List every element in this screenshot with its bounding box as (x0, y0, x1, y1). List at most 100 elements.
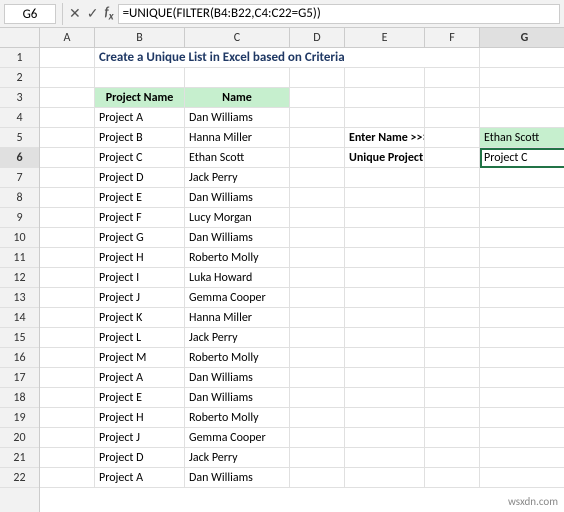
row-num-19[interactable]: 19 (0, 408, 39, 428)
cell-f9[interactable] (425, 208, 480, 228)
cell-a10[interactable] (40, 228, 95, 248)
cell-d18[interactable] (290, 388, 345, 408)
cell-e14[interactable] (345, 308, 425, 328)
cell-d5[interactable] (290, 128, 345, 148)
cell-g22[interactable] (480, 468, 564, 488)
cell-d14[interactable] (290, 308, 345, 328)
cell-f3[interactable] (425, 88, 480, 108)
cancel-icon[interactable]: ✕ (69, 5, 81, 22)
cell-f12[interactable] (425, 268, 480, 288)
confirm-icon[interactable]: ✓ (87, 5, 99, 22)
cell-b20[interactable]: Project J (95, 428, 185, 448)
cell-g4[interactable] (480, 108, 564, 128)
cell-b8[interactable]: Project E (95, 188, 185, 208)
cell-c16[interactable]: Roberto Molly (185, 348, 290, 368)
cell-g13[interactable] (480, 288, 564, 308)
cell-b11[interactable]: Project H (95, 248, 185, 268)
cell-e13[interactable] (345, 288, 425, 308)
row-num-20[interactable]: 20 (0, 428, 39, 448)
cell-a18[interactable] (40, 388, 95, 408)
cell-c8[interactable]: Dan Williams (185, 188, 290, 208)
cell-reference[interactable]: G6 (4, 4, 56, 24)
cell-e7[interactable] (345, 168, 425, 188)
cell-c18[interactable]: Dan Williams (185, 388, 290, 408)
cell-g12[interactable] (480, 268, 564, 288)
cell-f7[interactable] (425, 168, 480, 188)
cell-c14[interactable]: Hanna Miller (185, 308, 290, 328)
cell-b12[interactable]: Project I (95, 268, 185, 288)
cell-f19[interactable] (425, 408, 480, 428)
cell-c7[interactable]: Jack Perry (185, 168, 290, 188)
cell-b22[interactable]: Project A (95, 468, 185, 488)
cell-f21[interactable] (425, 448, 480, 468)
cell-a9[interactable] (40, 208, 95, 228)
cell-a3[interactable] (40, 88, 95, 108)
cell-b18[interactable]: Project E (95, 388, 185, 408)
cell-f4[interactable] (425, 108, 480, 128)
cell-g14[interactable] (480, 308, 564, 328)
cell-g20[interactable] (480, 428, 564, 448)
cell-g19[interactable] (480, 408, 564, 428)
cell-b13[interactable]: Project J (95, 288, 185, 308)
cell-f18[interactable] (425, 388, 480, 408)
cell-c15[interactable]: Jack Perry (185, 328, 290, 348)
cell-e22[interactable] (345, 468, 425, 488)
cell-b14[interactable]: Project K (95, 308, 185, 328)
cell-g6-active[interactable]: Project C (480, 148, 564, 168)
row-num-13[interactable]: 13 (0, 288, 39, 308)
cell-c4[interactable]: Dan Williams (185, 108, 290, 128)
cell-d19[interactable] (290, 408, 345, 428)
col-header-c[interactable]: C (185, 28, 290, 47)
col-header-b[interactable]: B (95, 28, 185, 47)
cell-d16[interactable] (290, 348, 345, 368)
cell-g5-input[interactable]: Ethan Scott (480, 128, 564, 148)
cell-e11[interactable] (345, 248, 425, 268)
cell-a4[interactable] (40, 108, 95, 128)
cell-g7[interactable] (480, 168, 564, 188)
cell-d13[interactable] (290, 288, 345, 308)
cell-g2[interactable] (480, 68, 564, 88)
cell-e21[interactable] (345, 448, 425, 468)
row-num-3[interactable]: 3 (0, 88, 39, 108)
cell-c6[interactable]: Ethan Scott (185, 148, 290, 168)
cell-f2[interactable] (425, 68, 480, 88)
cell-b16[interactable]: Project M (95, 348, 185, 368)
row-num-9[interactable]: 9 (0, 208, 39, 228)
cell-f6[interactable] (425, 148, 480, 168)
cell-e20[interactable] (345, 428, 425, 448)
cell-a22[interactable] (40, 468, 95, 488)
cell-a6[interactable] (40, 148, 95, 168)
cell-b7[interactable]: Project D (95, 168, 185, 188)
cell-c2[interactable] (185, 68, 290, 88)
row-num-12[interactable]: 12 (0, 268, 39, 288)
cell-c9[interactable]: Lucy Morgan (185, 208, 290, 228)
cell-c19[interactable]: Roberto Molly (185, 408, 290, 428)
cell-a13[interactable] (40, 288, 95, 308)
cell-d6[interactable] (290, 148, 345, 168)
cell-b1[interactable]: Create a Unique List in Excel based on C… (95, 48, 480, 68)
cell-e2[interactable] (345, 68, 425, 88)
cell-a17[interactable] (40, 368, 95, 388)
row-num-21[interactable]: 21 (0, 448, 39, 468)
cell-f13[interactable] (425, 288, 480, 308)
cell-e10[interactable] (345, 228, 425, 248)
col-header-d[interactable]: D (290, 28, 345, 47)
cell-f8[interactable] (425, 188, 480, 208)
cell-a20[interactable] (40, 428, 95, 448)
cell-d22[interactable] (290, 468, 345, 488)
cell-g1[interactable] (480, 48, 564, 68)
cell-g11[interactable] (480, 248, 564, 268)
cell-g15[interactable] (480, 328, 564, 348)
formula-input[interactable] (118, 4, 560, 24)
cell-b2[interactable] (95, 68, 185, 88)
row-num-10[interactable]: 10 (0, 228, 39, 248)
cell-g8[interactable] (480, 188, 564, 208)
col-header-g[interactable]: G (480, 28, 564, 47)
cell-e3[interactable] (345, 88, 425, 108)
cell-a12[interactable] (40, 268, 95, 288)
cell-b6[interactable]: Project C (95, 148, 185, 168)
cell-c5[interactable]: Hanna Miller (185, 128, 290, 148)
cell-d15[interactable] (290, 328, 345, 348)
cell-c12[interactable]: Luka Howard (185, 268, 290, 288)
cell-a15[interactable] (40, 328, 95, 348)
